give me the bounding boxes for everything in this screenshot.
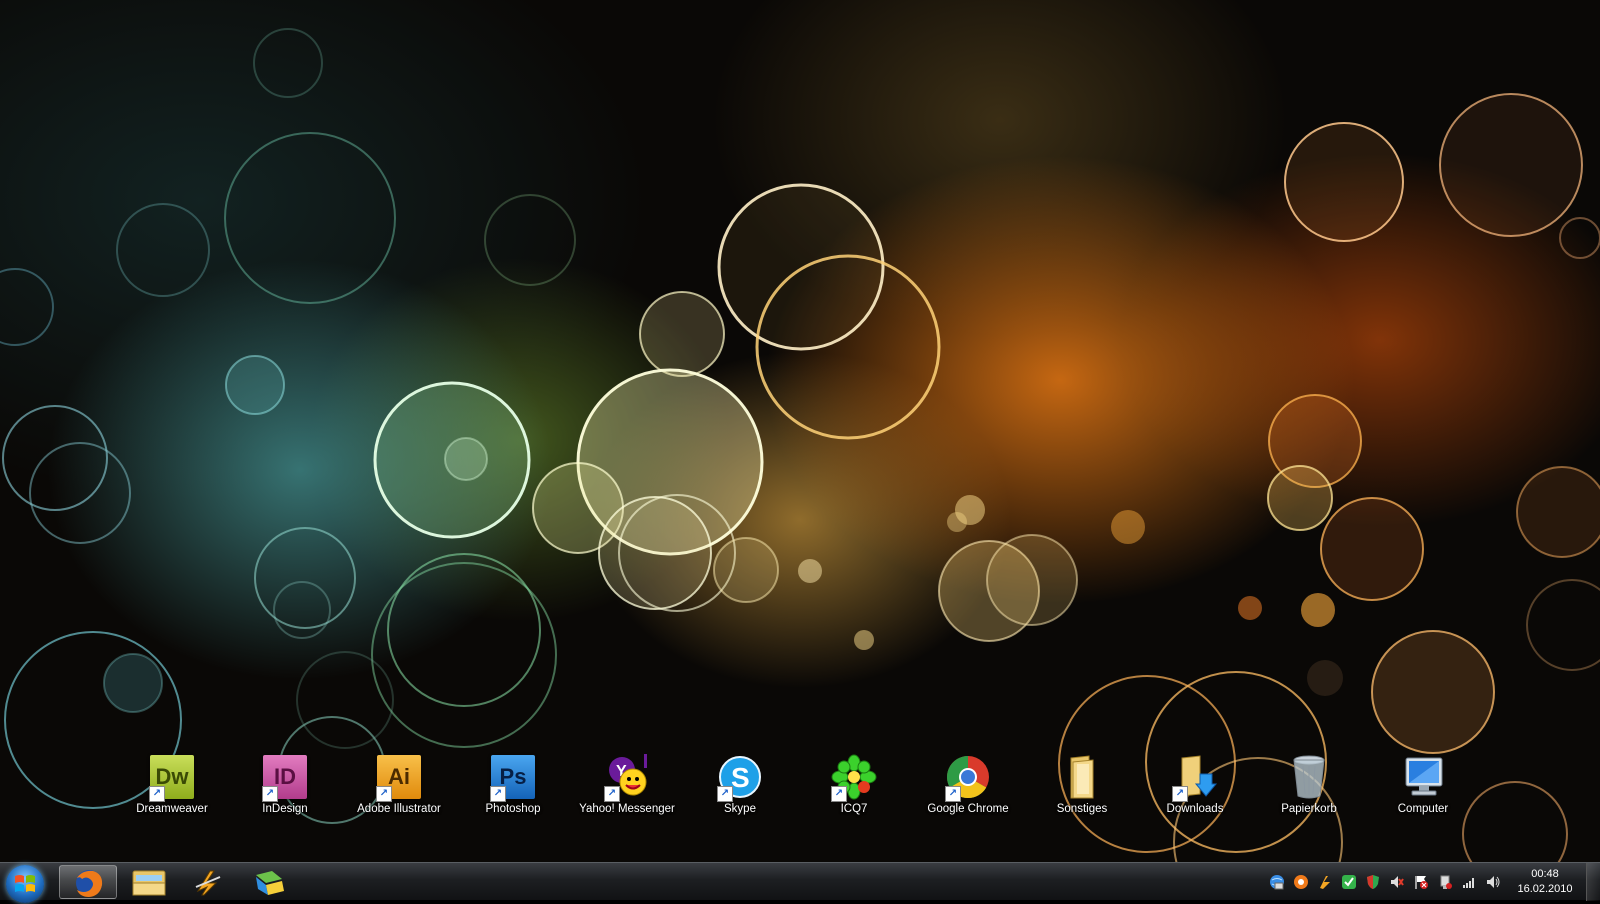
- taskbar-firefox-button[interactable]: [59, 865, 117, 899]
- flag-alert-icon[interactable]: [1413, 874, 1429, 890]
- desktop-icon-label: InDesign: [262, 803, 308, 815]
- winamp-tray-icon[interactable]: [1317, 874, 1333, 890]
- svg-text:S: S: [731, 762, 750, 793]
- desktop-icon-label: ICQ7: [840, 803, 868, 815]
- usb-icon[interactable]: [1437, 874, 1453, 890]
- shortcut-arrow-icon: ↗: [490, 786, 506, 802]
- desktop-icon-downloads[interactable]: ↗ Downloads: [1140, 754, 1250, 815]
- desktop-icon-label: Skype: [724, 803, 756, 815]
- shortcut-arrow-icon: ↗: [149, 786, 165, 802]
- desktop-icon-label: Yahoo! Messenger: [579, 803, 675, 815]
- desktop-icon-yahoo-messenger[interactable]: Y ↗ Yahoo! Messenger: [572, 754, 682, 815]
- recycle-bin-icon: [1286, 754, 1332, 800]
- signal-icon[interactable]: [1461, 874, 1477, 890]
- skype-icon: S ↗: [717, 754, 763, 802]
- yahoo-messenger-icon: Y ↗: [604, 754, 650, 802]
- desktop-icon-label: Downloads: [1166, 803, 1224, 815]
- desktop-icon-dreamweaver[interactable]: Dw ↗ Dreamweaver: [117, 754, 227, 815]
- checkmark-icon[interactable]: [1341, 874, 1357, 890]
- chrome-icon: ↗: [945, 754, 991, 802]
- shortcut-arrow-icon: ↗: [831, 786, 847, 802]
- clock-date: 16.02.2010: [1517, 883, 1573, 895]
- dreamweaver-icon: Dw ↗: [149, 754, 195, 802]
- desktop-icon-sonstiges[interactable]: Sonstiges: [1027, 754, 1137, 815]
- shield-icon[interactable]: [1365, 874, 1381, 890]
- windows-logo-icon: [15, 875, 35, 892]
- downloads-folder-icon: ↗: [1172, 754, 1218, 802]
- desktop-icon-google-chrome[interactable]: ↗ Google Chrome: [913, 754, 1023, 815]
- taskbar: 00:48 16.02.2010: [0, 862, 1600, 903]
- clock-time: 00:48: [1531, 868, 1559, 880]
- taskbar-windows-button[interactable]: [240, 865, 298, 899]
- desktop-icon-indesign[interactable]: ID ↗ InDesign: [230, 754, 340, 815]
- shortcut-arrow-icon: ↗: [1172, 786, 1188, 802]
- desktop-icon-computer[interactable]: Computer: [1368, 754, 1478, 815]
- computer-icon: [1400, 754, 1446, 800]
- taskbar-explorer-button[interactable]: [120, 865, 178, 899]
- windows-flag-icon: [256, 871, 284, 895]
- desktop-icon-icq[interactable]: ↗ ICQ7: [799, 754, 909, 815]
- desktop-icon-label: Dreamweaver: [136, 803, 208, 815]
- desktop-icon-label: Papierkorb: [1281, 803, 1337, 815]
- winamp-icon: [195, 870, 221, 896]
- desktop-wallpaper: Dw ↗ Dreamweaver ID ↗ InDesign Ai ↗ Adob…: [0, 0, 1600, 862]
- desktop-icon-label: Adobe Illustrator: [357, 803, 441, 815]
- network-globe-icon[interactable]: [1269, 874, 1285, 890]
- volume-muted-icon[interactable]: [1389, 874, 1405, 890]
- icq-icon: ↗: [831, 754, 877, 802]
- shortcut-arrow-icon: ↗: [376, 786, 392, 802]
- desktop-icon-illustrator[interactable]: Ai ↗ Adobe Illustrator: [344, 754, 454, 815]
- desktop-icon-skype[interactable]: S ↗ Skype: [685, 754, 795, 815]
- indesign-icon: ID ↗: [262, 754, 308, 802]
- start-button[interactable]: [6, 865, 44, 903]
- folder-icon: [1059, 754, 1105, 800]
- desktop-icon-label: Computer: [1397, 803, 1449, 815]
- desktop-icon-photoshop[interactable]: Ps ↗ Photoshop: [458, 754, 568, 815]
- bokeh-wallpaper-art: [0, 28, 1600, 862]
- explorer-folder-icon: [132, 870, 166, 896]
- shortcut-arrow-icon: ↗: [604, 786, 620, 802]
- photoshop-icon: Ps ↗: [490, 754, 536, 802]
- desktop-icon-label: Google Chrome: [927, 803, 1009, 815]
- shortcut-arrow-icon: ↗: [262, 786, 278, 802]
- avast-icon[interactable]: [1293, 874, 1309, 890]
- illustrator-icon: Ai ↗: [376, 754, 422, 802]
- speaker-icon[interactable]: [1485, 874, 1501, 890]
- taskbar-winamp-button[interactable]: [180, 865, 238, 899]
- desktop-icon-label: Sonstiges: [1056, 803, 1108, 815]
- desktop-icon-papierkorb[interactable]: Papierkorb: [1254, 754, 1364, 815]
- shortcut-arrow-icon: ↗: [945, 786, 961, 802]
- firefox-icon: [76, 870, 103, 897]
- desktop-icon-label: Photoshop: [485, 803, 541, 815]
- shortcut-arrow-icon: ↗: [717, 786, 733, 802]
- show-desktop-button[interactable]: [1586, 863, 1600, 901]
- taskbar-clock[interactable]: 00:48 16.02.2010: [1510, 867, 1580, 897]
